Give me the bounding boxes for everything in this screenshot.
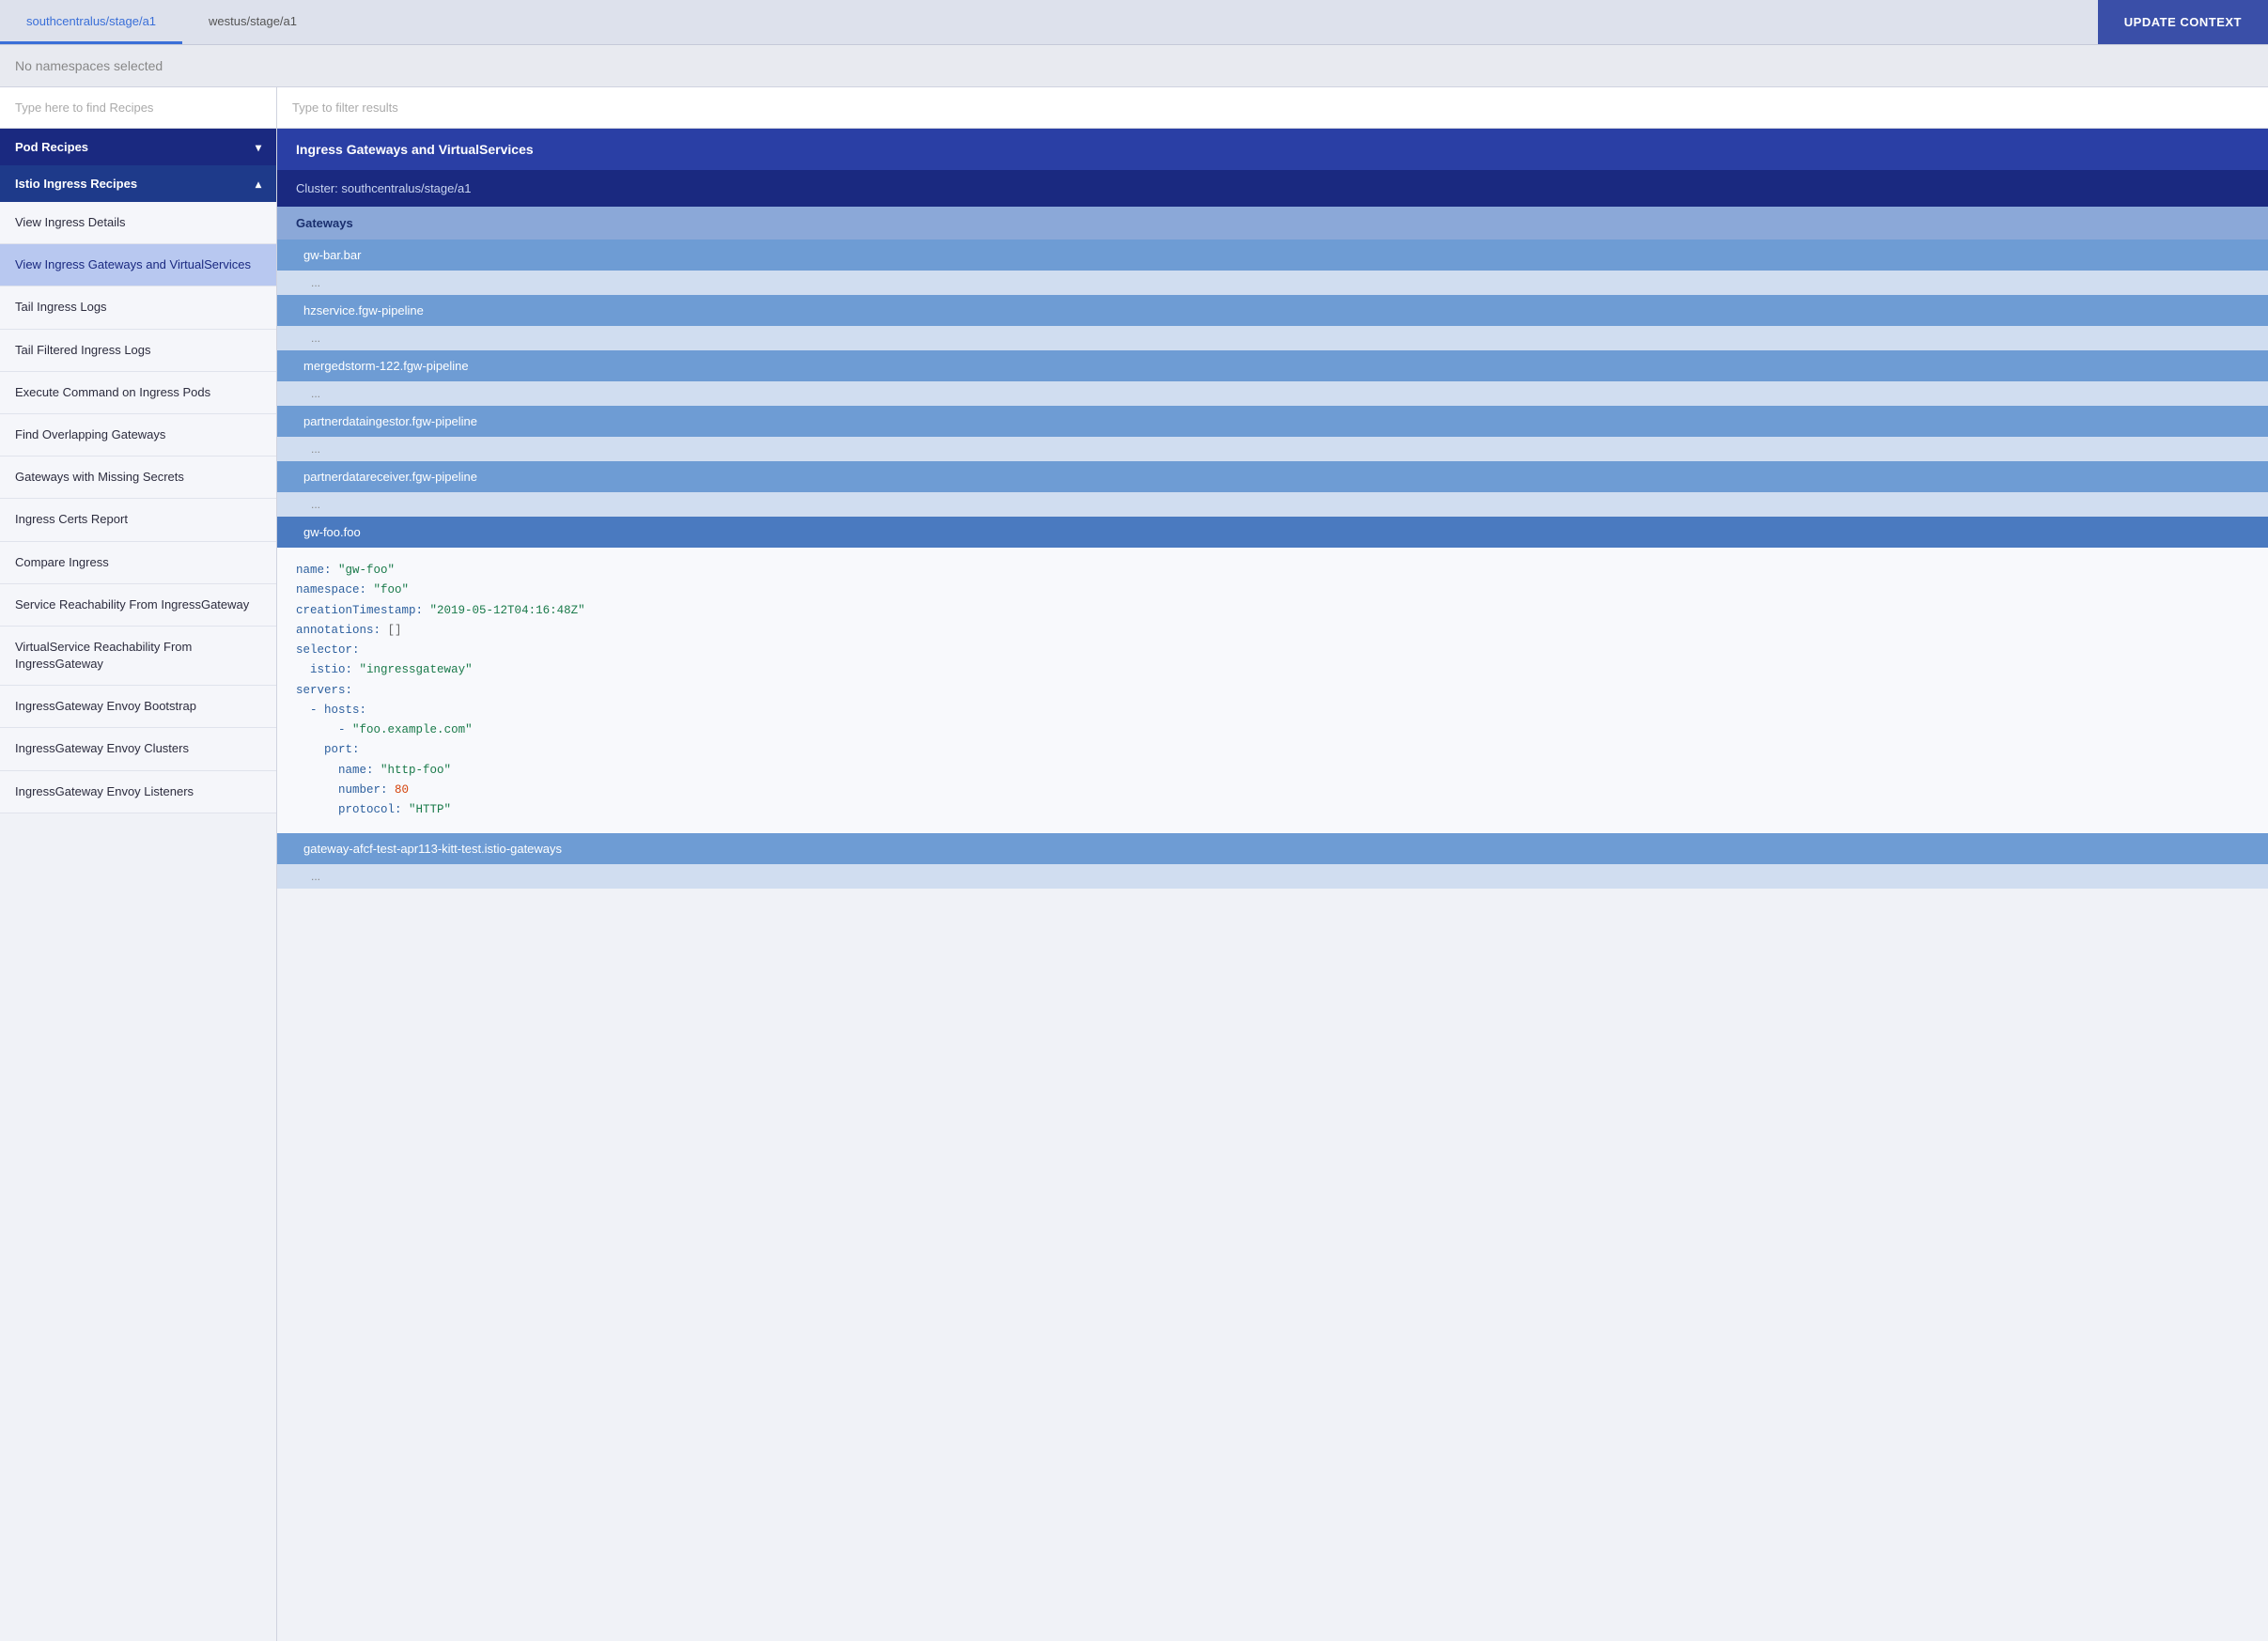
gateway-dots-2: ... <box>277 381 2268 406</box>
filter-results-input[interactable] <box>277 87 2268 129</box>
namespace-text: No namespaces selected <box>15 58 163 73</box>
recipe-item-ingress-certs-report[interactable]: Ingress Certs Report <box>0 499 276 541</box>
gateways-section-header: Gateways <box>277 207 2268 240</box>
recipe-item-tail-filtered-ingress-logs[interactable]: Tail Filtered Ingress Logs <box>0 330 276 372</box>
gateway-dots-bottom: ... <box>277 864 2268 889</box>
gateway-row-gw-foo-foo[interactable]: gw-foo.foo <box>277 517 2268 548</box>
recipe-search-input[interactable] <box>0 87 276 129</box>
gateway-row-partnerdataingestor[interactable]: partnerdataingestor.fgw-pipeline <box>277 406 2268 437</box>
recipe-item-compare-ingress[interactable]: Compare Ingress <box>0 542 276 584</box>
tab-southcentralus-label: southcentralus/stage/a1 <box>26 14 156 28</box>
left-panel: Pod Recipes ▾ Istio Ingress Recipes ▴ Vi… <box>0 87 277 1641</box>
recipe-item-view-ingress-details[interactable]: View Ingress Details <box>0 202 276 244</box>
tab-bar: southcentralus/stage/a1 westus/stage/a1 … <box>0 0 2268 45</box>
recipe-item-ingressgateway-clusters[interactable]: IngressGateway Envoy Clusters <box>0 728 276 770</box>
recipe-item-gateways-missing-secrets[interactable]: Gateways with Missing Secrets <box>0 457 276 499</box>
main-layout: Pod Recipes ▾ Istio Ingress Recipes ▴ Vi… <box>0 87 2268 1641</box>
tab-westus-label: westus/stage/a1 <box>209 14 297 28</box>
gateway-dots-3: ... <box>277 437 2268 461</box>
result-cluster-text: Cluster: southcentralus/stage/a1 <box>296 181 471 195</box>
results-area: Ingress Gateways and VirtualServices Clu… <box>277 129 2268 1641</box>
gateway-details-code: name: "gw-foo" namespace: "foo" creation… <box>277 548 2268 833</box>
pod-recipes-category[interactable]: Pod Recipes ▾ <box>0 129 276 165</box>
istio-ingress-chevron: ▴ <box>256 178 261 191</box>
namespace-bar: No namespaces selected <box>0 45 2268 87</box>
gateways-section-text: Gateways <box>296 216 353 230</box>
gateway-dots-0: ... <box>277 271 2268 295</box>
istio-ingress-category[interactable]: Istio Ingress Recipes ▴ <box>0 165 276 202</box>
recipe-item-view-ingress-gateways[interactable]: View Ingress Gateways and VirtualService… <box>0 244 276 286</box>
recipe-item-execute-command[interactable]: Execute Command on Ingress Pods <box>0 372 276 414</box>
tab-southcentralus[interactable]: southcentralus/stage/a1 <box>0 0 182 44</box>
recipe-item-service-reachability[interactable]: Service Reachability From IngressGateway <box>0 584 276 627</box>
recipe-item-tail-ingress-logs[interactable]: Tail Ingress Logs <box>0 286 276 329</box>
gateway-row-hzservice[interactable]: hzservice.fgw-pipeline <box>277 295 2268 326</box>
recipe-item-find-overlapping[interactable]: Find Overlapping Gateways <box>0 414 276 457</box>
update-context-button[interactable]: UPDATE CONTEXT <box>2098 0 2268 44</box>
recipe-items-list: View Ingress Details View Ingress Gatewa… <box>0 202 276 813</box>
gateway-row-bottom[interactable]: gateway-afcf-test-apr113-kitt-test.istio… <box>277 833 2268 864</box>
gateway-row-gw-bar-bar[interactable]: gw-bar.bar <box>277 240 2268 271</box>
result-cluster: Cluster: southcentralus/stage/a1 <box>277 170 2268 207</box>
recipe-item-ingressgateway-listeners[interactable]: IngressGateway Envoy Listeners <box>0 771 276 813</box>
result-header-text: Ingress Gateways and VirtualServices <box>296 142 534 157</box>
recipe-item-ingressgateway-bootstrap[interactable]: IngressGateway Envoy Bootstrap <box>0 686 276 728</box>
pod-recipes-chevron: ▾ <box>256 141 261 154</box>
recipe-item-virtualservice-reachability[interactable]: VirtualService Reachability From Ingress… <box>0 627 276 686</box>
right-panel: Ingress Gateways and VirtualServices Clu… <box>277 87 2268 1641</box>
gateway-row-partnerdatareceiver[interactable]: partnerdatareceiver.fgw-pipeline <box>277 461 2268 492</box>
gateway-dots-4: ... <box>277 492 2268 517</box>
pod-recipes-label: Pod Recipes <box>15 140 88 154</box>
gateway-row-mergedstorm[interactable]: mergedstorm-122.fgw-pipeline <box>277 350 2268 381</box>
istio-ingress-label: Istio Ingress Recipes <box>15 177 137 191</box>
result-header: Ingress Gateways and VirtualServices <box>277 129 2268 170</box>
gateway-dots-1: ... <box>277 326 2268 350</box>
tab-westus[interactable]: westus/stage/a1 <box>182 0 323 44</box>
